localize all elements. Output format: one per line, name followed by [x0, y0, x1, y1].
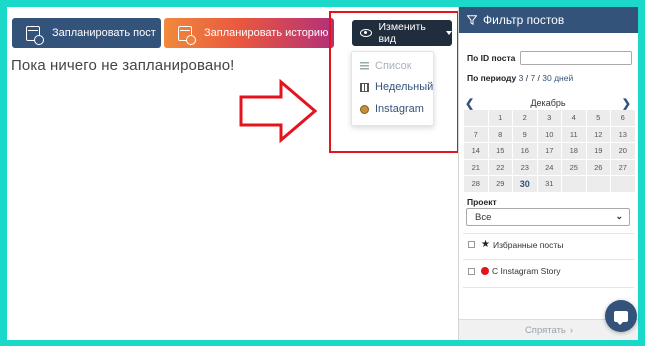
highlight-box — [329, 11, 459, 153]
calendar-day-empty — [562, 176, 586, 192]
post-filter-panel: Фильтр постов По ID поста По периоду 3 /… — [458, 7, 638, 340]
chat-button[interactable] — [605, 300, 637, 332]
filter-title: Фильтр постов — [483, 13, 565, 27]
story-label: С Instagram Story — [492, 266, 561, 276]
post-id-label: По ID поста — [467, 53, 516, 63]
period-option-3[interactable]: 3 — [519, 73, 524, 83]
calendar-day[interactable]: 18 — [562, 143, 586, 159]
funnel-icon — [467, 15, 477, 25]
calendar-clock-icon — [26, 25, 44, 45]
favorites-filter[interactable]: ★ Избранные посты — [468, 239, 563, 250]
calendar-day-empty — [611, 176, 635, 192]
schedule-story-button[interactable]: Запланировать историю — [164, 18, 334, 48]
project-label: Проект — [467, 197, 497, 207]
post-id-input[interactable] — [520, 51, 633, 65]
calendar-day[interactable]: 24 — [537, 159, 561, 175]
right-arrow-annotation — [239, 79, 318, 143]
period-option-7[interactable]: 7 — [530, 73, 535, 83]
favorites-checkbox[interactable] — [468, 241, 475, 248]
calendar-day[interactable]: 27 — [611, 159, 635, 175]
divider — [463, 259, 634, 260]
calendar-day[interactable]: 14 — [464, 143, 488, 159]
empty-state-message: Пока ничего не запланировано! — [11, 57, 235, 74]
favorites-label: Избранные посты — [492, 239, 564, 250]
calendar-day[interactable]: 19 — [586, 143, 610, 159]
period-row: По периоду 3 / 7 / 30 дней — [467, 73, 574, 83]
app-window: Запланировать пост Запланировать историю… — [7, 7, 638, 340]
divider — [463, 287, 634, 288]
calendar-day[interactable]: 1 — [488, 110, 512, 126]
chevron-right-icon[interactable]: ❯ — [622, 97, 631, 110]
hide-label: Спрятать — [524, 324, 566, 336]
calendar-day[interactable]: 21 — [464, 159, 488, 175]
calendar-day[interactable]: 3 — [537, 110, 561, 126]
calendar-day-empty — [464, 110, 488, 126]
chevron-left-icon[interactable]: ❮ — [465, 97, 474, 110]
calendar-day[interactable]: 4 — [562, 110, 586, 126]
calendar-month: Декабрь — [530, 98, 566, 108]
story-checkbox[interactable] — [468, 267, 475, 275]
calendar-day[interactable]: 2 — [513, 110, 537, 126]
calendar-day[interactable]: 26 — [586, 159, 610, 175]
calendar-day[interactable]: 28 — [464, 176, 488, 192]
calendar-day[interactable]: 9 — [513, 126, 537, 142]
star-icon: ★ — [481, 239, 490, 250]
calendar-day[interactable]: 7 — [464, 126, 488, 142]
schedule-post-label: Запланировать пост — [52, 27, 156, 39]
calendar-day-empty — [586, 176, 610, 192]
project-select-value: Все — [475, 211, 492, 223]
calendar-day[interactable]: 30 — [513, 176, 537, 192]
schedule-post-button[interactable]: Запланировать пост — [12, 18, 161, 48]
calendar-day[interactable]: 5 — [586, 110, 610, 126]
schedule-story-label: Запланировать историю — [204, 27, 329, 39]
calendar-day[interactable]: 22 — [488, 159, 512, 175]
filter-header: Фильтр постов — [459, 7, 638, 33]
calendar-header: ❮ Декабрь ❯ — [465, 96, 631, 110]
calendar-day[interactable]: 13 — [611, 126, 635, 142]
calendar-day[interactable]: 31 — [537, 176, 561, 192]
project-select[interactable]: Все ⌄ — [466, 208, 630, 226]
story-dot-icon — [481, 267, 489, 275]
calendar-day[interactable]: 23 — [513, 159, 537, 175]
main-panel: Запланировать пост Запланировать историю… — [7, 7, 459, 340]
chat-icon — [614, 310, 628, 325]
calendar-day[interactable]: 10 — [537, 126, 561, 142]
calendar-day[interactable]: 12 — [586, 126, 610, 142]
post-id-row: По ID поста — [467, 51, 633, 65]
chevron-right-icon: › — [569, 324, 574, 336]
calendar-day[interactable]: 17 — [537, 143, 561, 159]
period-label: По периоду — [467, 73, 517, 83]
calendar-grid: 1 2 3 4 5 6 7 8 9 10 11 12 13 14 15 16 17 18 19 20 21 22 23 24 2… — [464, 110, 635, 192]
calendar-day[interactable]: 8 — [488, 126, 512, 142]
divider — [463, 233, 634, 234]
period-option-30[interactable]: 30 дней — [542, 73, 573, 83]
calendar-day[interactable]: 29 — [488, 176, 512, 192]
calendar-day[interactable]: 11 — [562, 126, 586, 142]
story-filter[interactable]: С Instagram Story — [468, 266, 561, 276]
calendar-day[interactable]: 15 — [488, 143, 512, 159]
calendar-day[interactable]: 16 — [513, 143, 537, 159]
calendar-day[interactable]: 6 — [611, 110, 635, 126]
calendar-day[interactable]: 25 — [562, 159, 586, 175]
calendar-clock-icon — [178, 25, 196, 45]
calendar-day[interactable]: 20 — [611, 143, 635, 159]
chevron-down-icon: ⌄ — [615, 211, 623, 221]
